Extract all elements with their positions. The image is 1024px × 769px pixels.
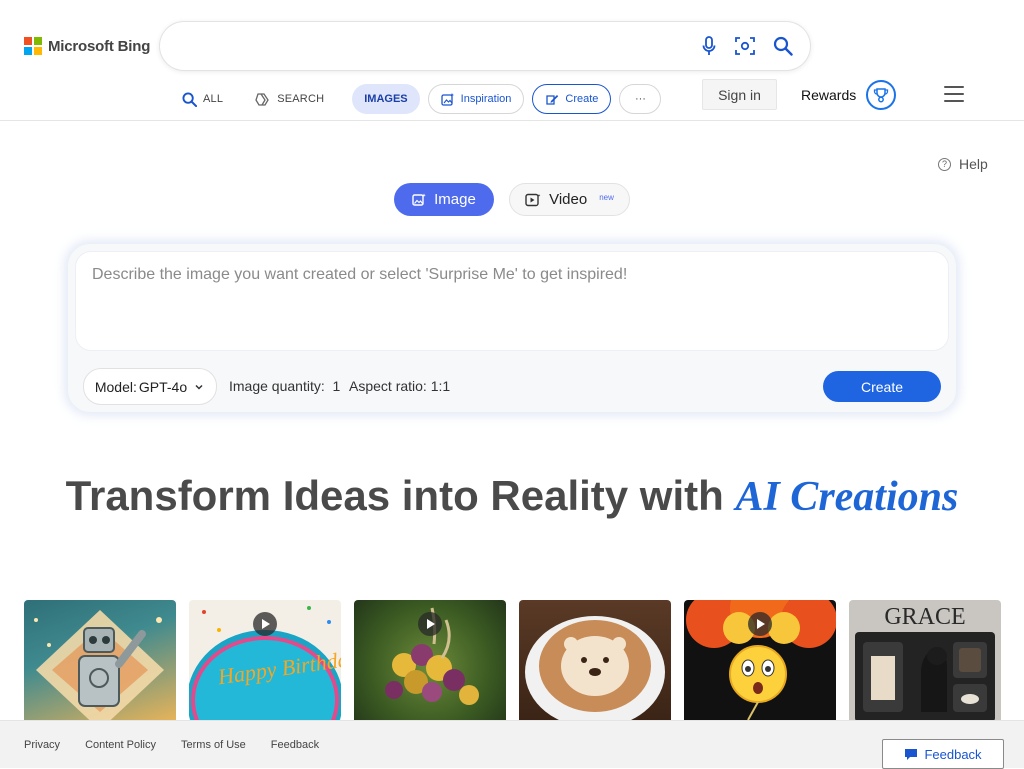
create-button[interactable]: Create [823, 371, 941, 402]
search-box[interactable] [160, 22, 810, 70]
copilot-icon [255, 92, 269, 106]
tab-inspiration-label: Inspiration [460, 93, 512, 105]
help-icon: ? [938, 157, 951, 171]
tab-all-label: ALL [203, 93, 224, 105]
play-icon [748, 612, 772, 636]
create-button-label: Create [860, 378, 904, 395]
search-icon[interactable] [771, 34, 795, 58]
footer: Privacy Content Policy Terms of Use Feed… [0, 720, 1024, 769]
brand-name: Microsoft Bing [48, 37, 151, 55]
gallery-tile-robot[interactable] [24, 600, 176, 720]
gallery-tile-otter-latte[interactable] [519, 600, 671, 720]
latte-illustration [525, 616, 665, 720]
tab-images-label: IMAGES [364, 93, 408, 105]
header-divider [0, 120, 1024, 121]
creation-gallery: Happy Birthday GRACE [24, 600, 1001, 720]
mode-video-button[interactable]: Video new [509, 183, 630, 216]
help-link[interactable]: ? Help [938, 156, 988, 172]
chevron-down-icon [195, 384, 203, 390]
trophy-icon [866, 80, 897, 110]
footer-links: Privacy Content Policy Terms of Use Feed… [24, 739, 319, 751]
microphone-icon[interactable] [697, 34, 721, 58]
tab-create[interactable]: Create [532, 84, 612, 114]
play-icon [253, 612, 277, 636]
image-quantity-selector[interactable]: Image quantity: 1 [229, 378, 340, 394]
gallery-tile-flower-creature[interactable] [354, 600, 506, 720]
image-icon [412, 193, 426, 206]
tab-search[interactable]: SEARCH [245, 84, 334, 114]
model-selector[interactable]: Model: GPT-4o [83, 368, 217, 405]
hero-text: Transform Ideas into Reality with [65, 472, 736, 519]
create-brush-icon [546, 95, 559, 105]
privacy-link[interactable]: Privacy [24, 739, 60, 751]
rewards-label: Rewards [801, 87, 857, 103]
tab-images[interactable]: IMAGES [352, 84, 420, 114]
scope-tabs: ALL SEARCH IMAGES Inspiration Create ··· [172, 84, 669, 114]
mode-image-label: Image [434, 191, 476, 208]
model-label: Model: [94, 378, 137, 395]
feedback-icon [905, 748, 918, 760]
prompt-box[interactable] [75, 251, 949, 351]
content-policy-link[interactable]: Content Policy [85, 739, 156, 751]
model-value: GPT-4o [138, 378, 188, 395]
search-input[interactable] [180, 32, 680, 60]
more-tabs-button[interactable]: ··· [619, 84, 662, 114]
gallery-tile-grace-dog[interactable]: GRACE [849, 600, 1001, 720]
video-icon [525, 193, 541, 206]
mode-video-label: Video [549, 191, 588, 208]
search-icon [182, 91, 197, 107]
feedback-link[interactable]: Feedback [271, 739, 319, 751]
visual-search-camera-icon[interactable] [733, 34, 757, 58]
microsoft-logo-icon [24, 37, 42, 55]
bing-logo[interactable]: Microsoft Bing [24, 37, 150, 55]
gallery-tile-shocked-emoji[interactable] [684, 600, 836, 720]
gallery-tile-birthday-cake[interactable]: Happy Birthday [189, 600, 341, 720]
help-label: Help [959, 156, 988, 172]
inspiration-icon [440, 93, 454, 106]
rewards-button[interactable]: Rewards [801, 80, 897, 110]
robot-illustration [34, 610, 164, 720]
terms-link[interactable]: Terms of Use [181, 739, 246, 751]
hero-heading: Transform Ideas into Reality with AI Cre… [0, 472, 1024, 521]
tab-create-label: Create [565, 93, 599, 105]
feedback-button-label: Feedback [924, 746, 982, 762]
new-badge: new [599, 193, 614, 202]
aspect-ratio-selector[interactable]: Aspect ratio: 1:1 [349, 378, 450, 394]
tab-inspiration[interactable]: Inspiration [427, 84, 525, 114]
tab-all[interactable]: ALL [172, 84, 233, 114]
more-tabs-label: ··· [634, 93, 646, 105]
sign-in-label: Sign in [718, 86, 761, 103]
hero-accent: AI Creations [735, 474, 959, 520]
grace-illustration: GRACE [855, 604, 995, 720]
play-icon [418, 612, 442, 636]
grace-text: GRACE [884, 604, 965, 630]
prompt-input[interactable] [92, 266, 932, 336]
sign-in-button[interactable]: Sign in [702, 79, 777, 110]
feedback-button[interactable]: Feedback [882, 739, 1004, 769]
menu-icon[interactable] [944, 86, 964, 102]
tab-search-label: SEARCH [277, 93, 325, 105]
mode-image-button[interactable]: Image [394, 183, 494, 216]
